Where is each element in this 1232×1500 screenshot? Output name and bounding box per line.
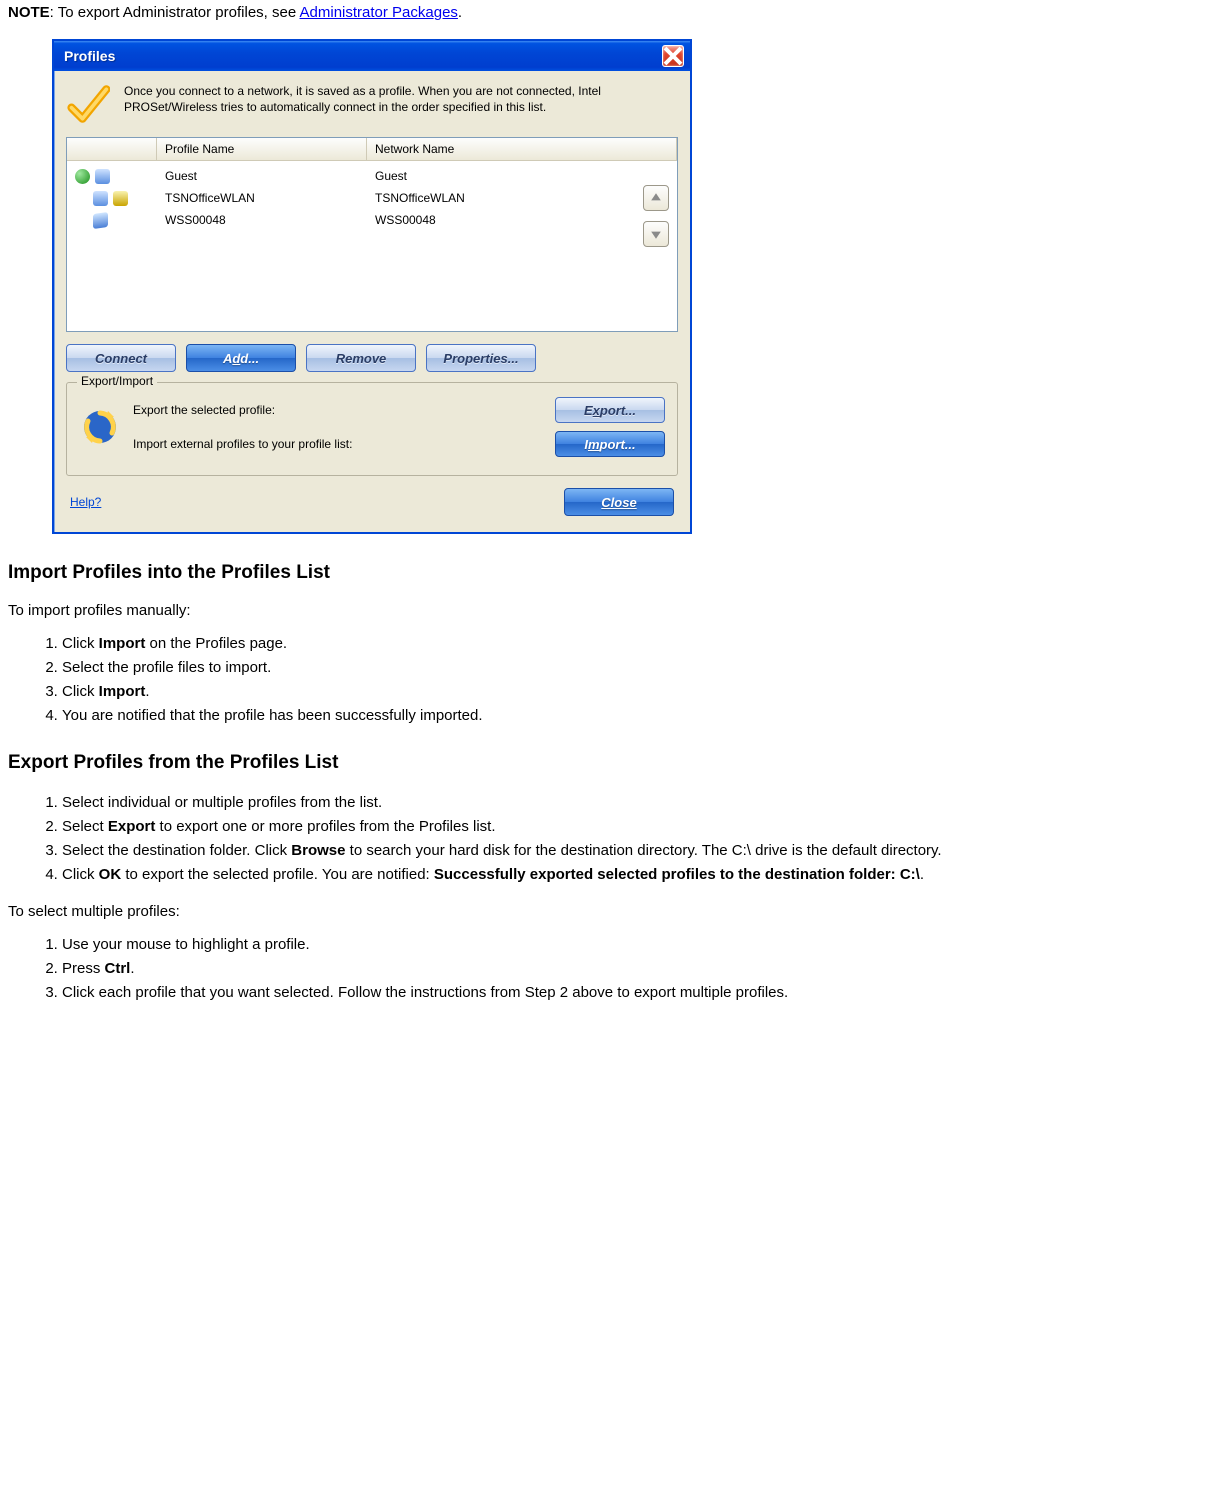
export-label: Export the selected profile: <box>133 403 275 417</box>
dialog-intro-text: Once you connect to a network, it is sav… <box>124 81 678 115</box>
list-item: Click OK to export the selected profile.… <box>62 864 1224 885</box>
list-item: Click each profile that you want selecte… <box>62 982 1224 1003</box>
import-button[interactable]: Import... <box>555 431 665 457</box>
list-item: Select the destination folder. Click Bro… <box>62 840 1224 861</box>
titlebar: Profiles <box>54 41 690 71</box>
note-text-after: . <box>458 4 462 21</box>
import-label: Import external profiles to your profile… <box>133 437 352 451</box>
list-item: Click Import. <box>62 681 1224 702</box>
group-title: Export/Import <box>77 374 157 388</box>
list-item: Select the profile files to import. <box>62 657 1224 678</box>
dialog-screenshot: Profiles Once you connect to a network, … <box>8 39 1224 534</box>
list-header: Profile Name Network Name <box>67 138 677 161</box>
col-profile-name[interactable]: Profile Name <box>157 138 367 160</box>
list-item: Use your mouse to highlight a profile. <box>62 934 1224 955</box>
note-label: NOTE <box>8 4 50 21</box>
cell-profile: WSS00048 <box>157 213 367 227</box>
users-icon <box>93 191 108 206</box>
move-down-button[interactable] <box>643 221 669 247</box>
globe-icon <box>75 169 90 184</box>
table-row[interactable]: WSS00048 WSS00048 <box>67 209 677 231</box>
cell-profile: Guest <box>157 169 367 183</box>
cell-profile: TSNOfficeWLAN <box>157 191 367 205</box>
move-up-button[interactable] <box>643 185 669 211</box>
cell-network: TSNOfficeWLAN <box>367 191 677 205</box>
heading-import: Import Profiles into the Profiles List <box>8 562 1224 584</box>
properties-button[interactable]: Properties... <box>426 344 536 372</box>
export-button[interactable]: Export... <box>555 397 665 423</box>
list-item: You are notified that the profile has be… <box>62 705 1224 726</box>
table-row[interactable]: Guest Guest <box>67 165 677 187</box>
profiles-listbox[interactable]: Profile Name Network Name Guest Guest <box>66 137 678 332</box>
list-item: Select individual or multiple profiles f… <box>62 792 1224 813</box>
users-icon <box>95 169 110 184</box>
admin-packages-link[interactable]: Administrator Packages <box>300 4 458 21</box>
export-import-icon <box>79 406 121 448</box>
add-button[interactable]: Add... <box>186 344 296 372</box>
multi-steps: Use your mouse to highlight a profile. P… <box>8 934 1224 1003</box>
card-icon <box>93 212 108 229</box>
col-network-name[interactable]: Network Name <box>367 138 677 160</box>
heading-export: Export Profiles from the Profiles List <box>8 752 1224 774</box>
close-icon[interactable] <box>662 45 684 67</box>
cell-network: Guest <box>367 169 677 183</box>
list-item: Press Ctrl. <box>62 958 1224 979</box>
dialog-title: Profiles <box>64 48 115 64</box>
help-link[interactable]: Help? <box>70 495 101 509</box>
note-text-before: : To export Administrator profiles, see <box>50 4 300 21</box>
profiles-dialog: Profiles Once you connect to a network, … <box>52 39 692 534</box>
cell-network: WSS00048 <box>367 213 677 227</box>
export-import-group: Export/Import Export the selec <box>66 382 678 476</box>
remove-button[interactable]: Remove <box>306 344 416 372</box>
checkmark-icon <box>66 81 110 127</box>
close-button[interactable]: Close <box>564 488 674 516</box>
table-row[interactable]: TSNOfficeWLAN TSNOfficeWLAN <box>67 187 677 209</box>
export-steps: Select individual or multiple profiles f… <box>8 792 1224 885</box>
note-line: NOTE: To export Administrator profiles, … <box>8 4 1224 21</box>
list-item: Select Export to export one or more prof… <box>62 816 1224 837</box>
import-intro: To import profiles manually: <box>8 602 1224 619</box>
import-steps: Click Import on the Profiles page. Selec… <box>8 633 1224 726</box>
list-item: Click Import on the Profiles page. <box>62 633 1224 654</box>
connect-button[interactable]: Connect <box>66 344 176 372</box>
lock-icon <box>113 191 128 206</box>
multi-intro: To select multiple profiles: <box>8 903 1224 920</box>
